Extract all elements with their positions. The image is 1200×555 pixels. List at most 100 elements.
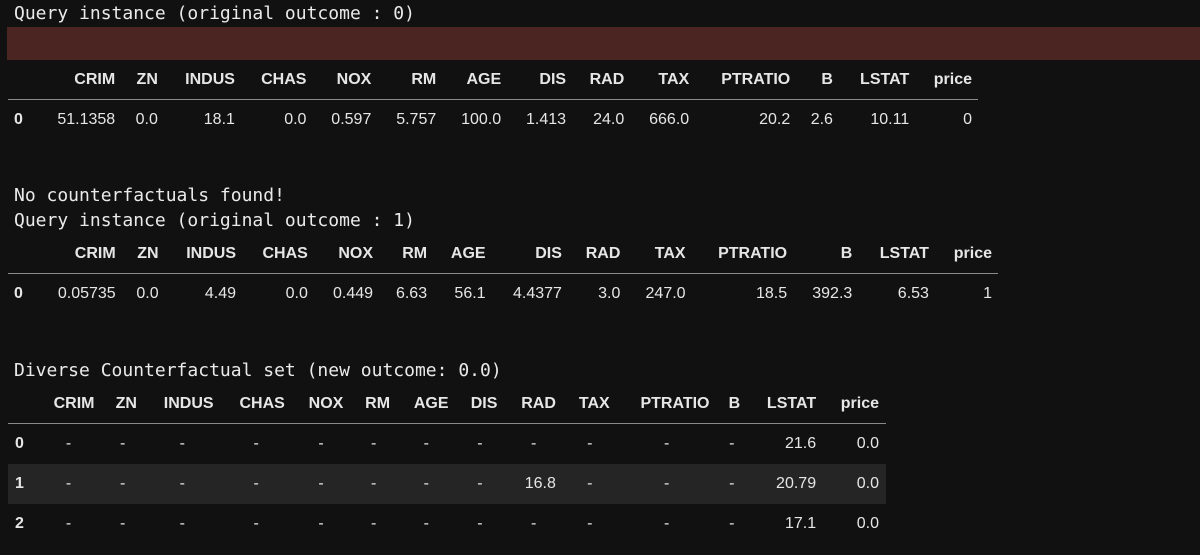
- cell-rad: 3.0: [598, 285, 621, 302]
- cell-ptratio: -: [616, 464, 717, 504]
- counterfactual-table: CRIM ZN INDUS CHAS NOX RM AGE DIS RAD TAX PTRATIO B…: [8, 385, 886, 544]
- cell-rad: -: [530, 515, 537, 532]
- column-header-crim: CRIM: [34, 235, 122, 274]
- row-index: 1: [8, 464, 36, 504]
- cell-ptratio: 20.2: [759, 111, 791, 128]
- cell-lstat: 17.1: [784, 515, 817, 532]
- row-index: 2: [15, 515, 24, 532]
- row-index: 0: [14, 285, 23, 302]
- cell-age: -: [397, 464, 456, 504]
- cell-crim: -: [65, 435, 72, 452]
- column-header-zn: ZN: [121, 235, 165, 274]
- row-index: 0: [14, 111, 23, 128]
- column-header-nox: NOX: [291, 385, 351, 424]
- cell-age: -: [423, 515, 429, 532]
- column-header-price: price: [915, 61, 978, 100]
- cell-b: -: [729, 435, 735, 452]
- cell-nox: -: [291, 464, 351, 504]
- cell-age: 56.1: [454, 285, 486, 302]
- column-header-dis: DIS: [491, 235, 568, 274]
- cell-chas: -: [220, 464, 292, 504]
- index-header: [8, 385, 36, 424]
- column-header-zn: ZN: [101, 385, 144, 424]
- cell-tax: -: [562, 464, 617, 504]
- column-header-age: AGE: [397, 385, 456, 424]
- column-header-chas: CHAS: [242, 235, 314, 274]
- column-header-age: AGE: [433, 235, 492, 274]
- cell-chas: -: [253, 435, 259, 452]
- cell-dis: 4.4377: [512, 285, 562, 302]
- column-header-rad: RAD: [572, 61, 631, 100]
- table-row: 2 - - - - - - - - - - - - 17.1 0.0: [8, 504, 886, 544]
- column-header-crim: CRIM: [34, 61, 122, 100]
- cell-zn: 0.0: [135, 111, 158, 128]
- cell-price: 0.0: [856, 515, 879, 532]
- column-header-rad: RAD: [567, 235, 627, 274]
- cell-zn: -: [101, 464, 144, 504]
- cell-dis: 1.413: [526, 111, 567, 128]
- column-header-crim: CRIM: [35, 385, 102, 424]
- cell-rad: 16.8: [504, 464, 563, 504]
- cell-price: 0.0: [856, 435, 879, 452]
- cell-zn: -: [120, 515, 126, 532]
- cell-chas: 0.0: [285, 285, 308, 302]
- error-output-bar: [7, 27, 1200, 60]
- cell-nox: 0.449: [333, 285, 374, 302]
- row-index: 0: [15, 435, 24, 452]
- column-header-zn: ZN: [121, 61, 164, 100]
- header-row: CRIM ZN INDUS CHAS NOX RM AGE DIS RAD TAX PTRATIO B…: [8, 385, 886, 424]
- cell-tax: -: [587, 515, 593, 532]
- cell-dis: -: [455, 464, 505, 504]
- column-header-lstat: LSTAT: [838, 61, 916, 100]
- cell-rm: 6.63: [395, 285, 428, 302]
- cell-tax: 247.0: [645, 285, 686, 302]
- counterfactual-heading: Diverse Counterfactual set (new outcome:…: [14, 360, 502, 381]
- table-row: 1- - - - - - - -16.8- - -20.79 0.0: [8, 464, 886, 504]
- column-header-indus: INDUS: [163, 61, 241, 100]
- column-header-b: B: [796, 61, 839, 100]
- column-header-rad: RAD: [504, 385, 563, 424]
- query-table-2: CRIM ZN INDUS CHAS NOX RM AGE DIS RAD TAX PTRATIO B…: [8, 235, 998, 314]
- cell-nox: 0.597: [331, 111, 372, 128]
- column-header-nox: NOX: [313, 235, 380, 274]
- column-header-price: price: [823, 385, 886, 424]
- cell-rm: -: [350, 464, 398, 504]
- column-header-chas: CHAS: [220, 385, 292, 424]
- column-header-rm: RM: [377, 61, 443, 100]
- header-row: CRIM ZN INDUS CHAS NOX RM AGE DIS RAD TAX PTRATIO B…: [8, 61, 978, 100]
- cell-dis: -: [477, 515, 483, 532]
- cell-zn: 0.0: [136, 285, 159, 302]
- column-header-ptratio: PTRATIO: [695, 61, 797, 100]
- cell-indus: 4.49: [204, 285, 236, 302]
- cell-chas: -: [253, 515, 259, 532]
- no-counterfactuals-message: No counterfactuals found!: [14, 185, 285, 206]
- cell-b: -: [716, 464, 748, 504]
- cell-price: 0: [963, 111, 972, 128]
- index-header: [8, 61, 35, 100]
- table-row: 0 51.1358 0.0 18.1 0.0 0.597 5.757 100.0 1.413 24…: [8, 100, 978, 141]
- cell-rad: 24.0: [593, 111, 625, 128]
- index-header: [8, 235, 35, 274]
- table-row: 0 0.05735 0.0 4.49 0.0 0.449 6.63 56.1 4.4377 3.0…: [8, 274, 998, 315]
- table-row: 0 - - - - - - - - - - - - 21.6 0.0: [8, 424, 886, 465]
- cell-age: -: [423, 435, 429, 452]
- column-header-b: B: [716, 385, 748, 424]
- query-table-1: CRIM ZN INDUS CHAS NOX RM AGE DIS RAD TAX PTRATIO B…: [8, 61, 978, 140]
- cell-nox: -: [318, 515, 324, 532]
- header-row: CRIM ZN INDUS CHAS NOX RM AGE DIS RAD TAX PTRATIO B…: [8, 235, 998, 274]
- cell-lstat: 6.53: [897, 285, 929, 302]
- column-header-dis: DIS: [507, 61, 573, 100]
- cell-crim: 51.1358: [57, 111, 116, 128]
- column-header-tax: TAX: [630, 61, 696, 100]
- column-header-indus: INDUS: [164, 235, 242, 274]
- cell-b: 392.3: [812, 285, 853, 302]
- cell-rm: -: [371, 515, 377, 532]
- column-header-indus: INDUS: [143, 385, 221, 424]
- cell-age: 100.0: [461, 111, 502, 128]
- cell-ptratio: 18.5: [755, 285, 788, 302]
- cell-tax: -: [587, 435, 593, 452]
- column-header-ptratio: PTRATIO: [616, 385, 717, 424]
- column-header-ptratio: PTRATIO: [691, 235, 794, 274]
- column-header-b: B: [793, 235, 859, 274]
- column-header-price: price: [934, 235, 998, 274]
